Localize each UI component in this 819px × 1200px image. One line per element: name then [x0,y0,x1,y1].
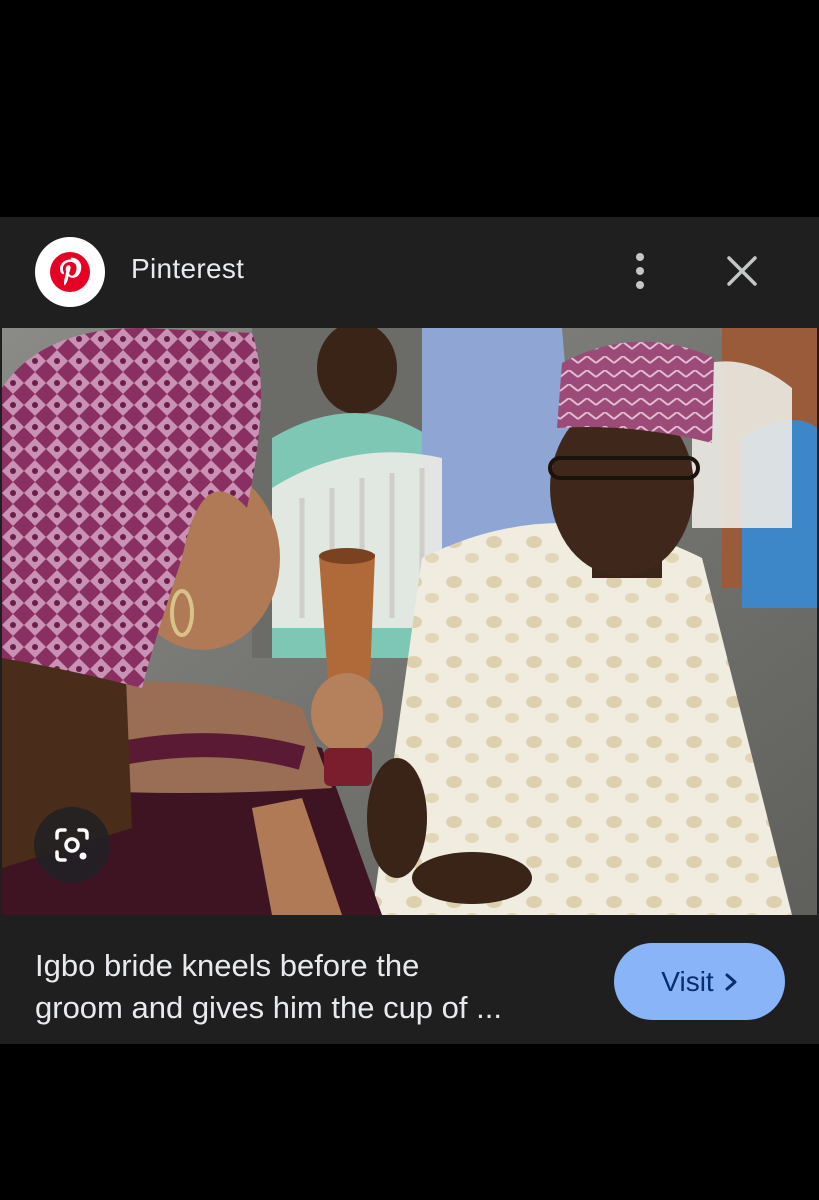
google-lens-icon [55,828,89,862]
more-options-button[interactable] [616,247,664,295]
caption-line-1: Igbo bride kneels before the [35,948,420,983]
google-lens-button[interactable] [34,807,110,883]
pinterest-glyph [50,252,90,292]
photo-illustration [2,328,817,915]
chevron-right-icon [725,973,737,990]
screen: Pinterest Igbo bride kneels before the g… [0,0,819,1200]
image-caption[interactable]: Igbo bride kneels before the groom and g… [35,945,595,1029]
visit-button-label: Visit [661,965,714,997]
preview-photo[interactable] [2,328,817,915]
caption-line-2: groom and gives him the cup of ... [35,990,502,1025]
source-name[interactable]: Pinterest [131,253,244,285]
more-vert-icon [636,253,644,289]
pinterest-logo-icon[interactable] [35,237,105,307]
close-icon [727,256,757,286]
preview-header: Pinterest [0,217,819,327]
visit-button[interactable]: Visit [614,943,785,1020]
image-preview-panel: Pinterest Igbo bride kneels before the g… [0,217,819,1044]
close-button[interactable] [716,247,768,295]
